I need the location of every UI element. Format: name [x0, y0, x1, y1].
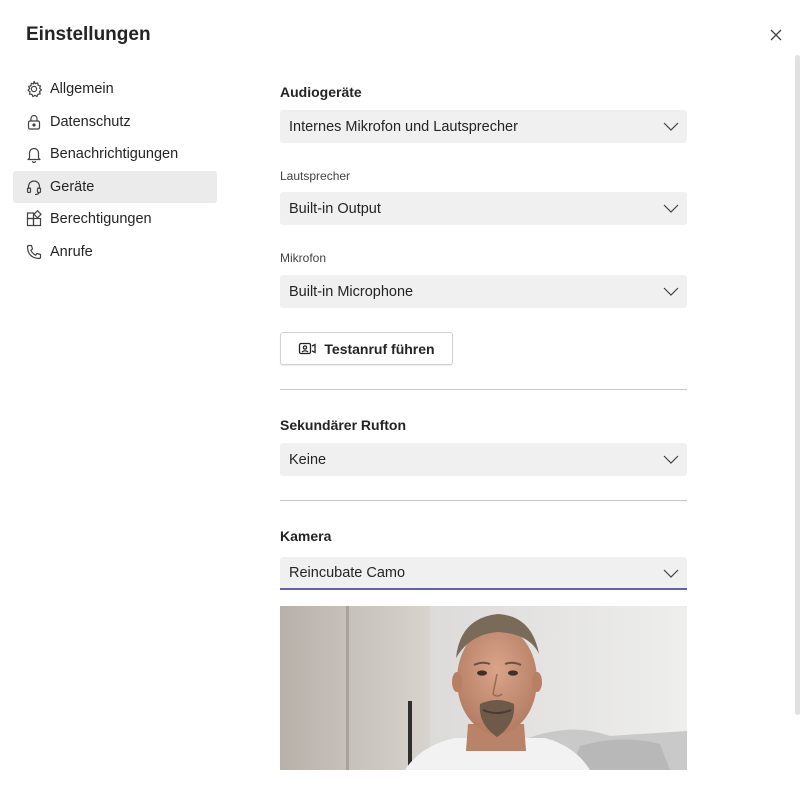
- camera-heading: Kamera: [280, 528, 332, 544]
- test-call-button[interactable]: Testanruf führen: [280, 332, 453, 365]
- nav-item-label: Benachrichtigungen: [50, 146, 179, 163]
- chevron-down-icon: [663, 287, 679, 296]
- camera-preview: [280, 606, 687, 770]
- chevron-down-icon: [663, 204, 679, 213]
- camera-dropdown[interactable]: Reincubate Camo: [280, 557, 687, 590]
- headset-icon: [24, 177, 44, 197]
- divider: [280, 389, 687, 390]
- lock-icon: [24, 112, 44, 132]
- divider: [280, 500, 687, 501]
- chevron-down-icon: [663, 569, 679, 578]
- nav-item-label: Berechtigungen: [50, 211, 152, 228]
- test-call-label: Testanruf führen: [324, 340, 435, 357]
- speaker-value: Built-in Output: [289, 200, 381, 217]
- nav-item-label: Datenschutz: [50, 113, 131, 130]
- gear-icon: [24, 79, 44, 99]
- nav-item-berechtigungen[interactable]: Berechtigungen: [13, 203, 217, 236]
- secondary-ringtone-value: Keine: [289, 451, 327, 468]
- speaker-label: Lautsprecher: [280, 169, 351, 183]
- secondary-ringtone-heading: Sekundärer Rufton: [280, 417, 407, 433]
- speaker-dropdown[interactable]: Built-in Output: [280, 192, 687, 225]
- scrollbar[interactable]: [795, 55, 800, 715]
- secondary-ringtone-dropdown[interactable]: Keine: [280, 443, 687, 476]
- nav-item-label: Geräte: [50, 178, 95, 195]
- microphone-value: Built-in Microphone: [289, 283, 414, 300]
- settings-title: Einstellungen: [26, 24, 151, 45]
- phone-icon: [24, 242, 44, 262]
- nav-item-benachrichtigungen[interactable]: Benachrichtigungen: [13, 138, 217, 171]
- chevron-down-icon: [663, 455, 679, 464]
- test-call-icon: [299, 342, 317, 354]
- audio-devices-heading: Audiogeräte: [280, 84, 362, 100]
- microphone-label: Mikrofon: [280, 251, 327, 265]
- apps-icon: [24, 209, 44, 229]
- settings-nav: Allgemein Datenschutz Benachrichtigungen: [13, 73, 217, 268]
- nav-item-anrufe[interactable]: Anrufe: [13, 236, 217, 269]
- chevron-down-icon: [663, 122, 679, 131]
- camera-preview-image: [280, 606, 687, 770]
- nav-item-label: Anrufe: [50, 243, 93, 260]
- bell-icon: [24, 144, 44, 164]
- nav-item-geraete[interactable]: Geräte: [13, 170, 217, 203]
- nav-item-datenschutz[interactable]: Datenschutz: [13, 106, 217, 139]
- audio-device-dropdown[interactable]: Internes Mikrofon und Lautsprecher: [280, 110, 687, 143]
- nav-item-label: Allgemein: [50, 81, 114, 98]
- close-icon[interactable]: [766, 25, 786, 45]
- nav-item-allgemein[interactable]: Allgemein: [13, 73, 217, 106]
- camera-value: Reincubate Camo: [289, 564, 406, 581]
- audio-device-value: Internes Mikrofon und Lautsprecher: [289, 118, 518, 135]
- microphone-dropdown[interactable]: Built-in Microphone: [280, 275, 687, 308]
